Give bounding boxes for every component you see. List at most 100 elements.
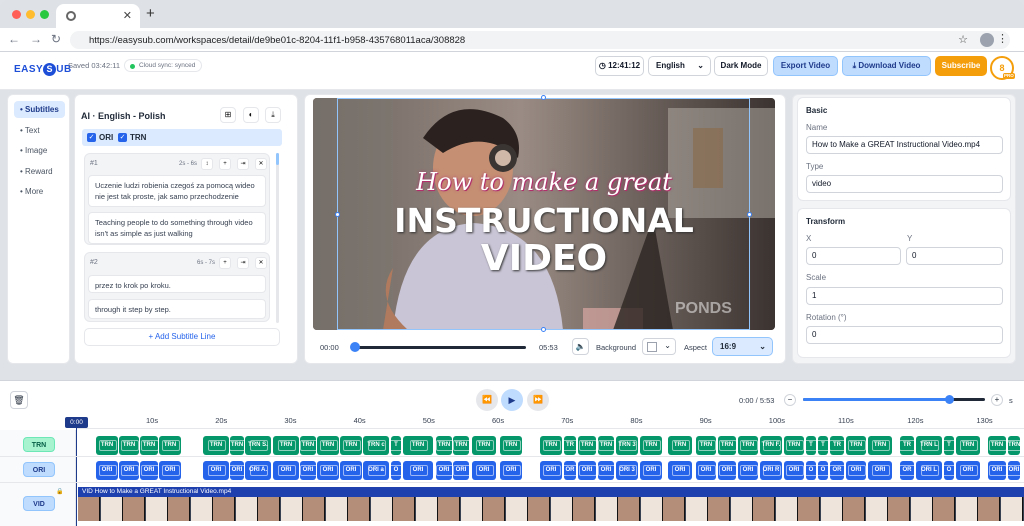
ori-clip[interactable]: ORI	[119, 461, 139, 480]
trn-clip[interactable]: TR	[564, 436, 576, 455]
close-tab-icon[interactable]: ✕	[123, 9, 132, 22]
video-filmstrip[interactable]	[78, 497, 1024, 521]
track-label-vid[interactable]: VID	[23, 496, 55, 511]
zoom-thumb[interactable]	[944, 395, 954, 404]
language-select[interactable]: English ⌄	[648, 56, 711, 76]
maximize-window-dot[interactable]	[40, 10, 49, 19]
sidebar-item-subtitles[interactable]: • Subtitles	[14, 101, 65, 118]
ori-clip[interactable]: ORI	[230, 461, 244, 480]
trn-clip[interactable]: TRN 3	[616, 436, 638, 455]
minimize-window-dot[interactable]	[26, 10, 35, 19]
trash-icon[interactable]: 🗑	[10, 391, 28, 409]
ori-clip[interactable]: ORI R	[760, 461, 782, 480]
ori-clip[interactable]: ORI	[453, 461, 469, 480]
trn-clip[interactable]: T	[818, 436, 828, 455]
trn-clip[interactable]: TRN	[668, 436, 692, 455]
resize-handle[interactable]	[335, 212, 340, 217]
timer-button[interactable]: ◷ 12:41:12	[595, 56, 644, 76]
subtitle-card[interactable]: #1 2s - 6s ↕ + ⇥ ✕ Uczenie ludzi robieni…	[84, 153, 270, 245]
ori-checkbox[interactable]: ✓	[87, 133, 96, 142]
ori-clip[interactable]: ORI	[96, 461, 118, 480]
sidebar-item-text[interactable]: • Text	[14, 122, 65, 139]
trn-clip[interactable]: TRN L	[916, 436, 942, 455]
ori-clip[interactable]: ORI	[846, 461, 866, 480]
trn-clip[interactable]: TRN	[598, 436, 614, 455]
trn-clip[interactable]: TR	[830, 436, 844, 455]
trn-clip[interactable]: TRN	[578, 436, 596, 455]
rewind-icon[interactable]: ⏪	[476, 389, 498, 411]
ori-clip[interactable]: ORI	[988, 461, 1006, 480]
trn-clip[interactable]: TRN	[340, 436, 362, 455]
profile-icon[interactable]	[980, 33, 994, 47]
ori-clip[interactable]: ORI	[472, 461, 496, 480]
ori-clip[interactable]: ORI	[640, 461, 662, 480]
subtitle-scrollbar[interactable]	[276, 153, 279, 323]
trn-clip[interactable]: T	[391, 436, 401, 455]
trn-clip[interactable]: TRN	[159, 436, 181, 455]
trn-clip[interactable]: TRN	[300, 436, 316, 455]
ori-clip[interactable]: ORI	[140, 461, 158, 480]
ori-clip[interactable]: ORI a	[363, 461, 389, 480]
trn-clip[interactable]: TRN	[403, 436, 433, 455]
ori-clip[interactable]: ORI	[300, 461, 316, 480]
resize-handle[interactable]	[541, 327, 546, 332]
merge-icon[interactable]: ⇥	[237, 158, 249, 170]
ori-clip[interactable]: O	[391, 461, 401, 480]
trn-text[interactable]: through it step by step.	[88, 299, 266, 319]
scale-field[interactable]: 1	[806, 287, 1003, 305]
play-icon[interactable]: ▶	[501, 389, 523, 411]
browser-tab[interactable]: ✕	[56, 4, 140, 28]
menu-icon[interactable]: ⋮	[997, 32, 1008, 45]
new-tab-icon[interactable]: +	[146, 5, 155, 22]
selection-frame[interactable]	[337, 98, 750, 330]
ori-clip[interactable]: O	[944, 461, 954, 480]
reorder-icon[interactable]: ↕	[201, 158, 213, 170]
ori-clip[interactable]: ORI	[340, 461, 362, 480]
delete-icon[interactable]: ✕	[255, 257, 267, 269]
add-icon[interactable]: +	[219, 257, 231, 269]
zoom-slider[interactable]	[803, 398, 985, 401]
merge-icon[interactable]: ⇥	[237, 257, 249, 269]
ori-clip[interactable]: ORI	[956, 461, 980, 480]
trn-clip[interactable]: TRN	[846, 436, 866, 455]
playhead-line[interactable]	[76, 428, 77, 526]
sidebar-item-more[interactable]: • More	[14, 183, 65, 200]
zoom-out-icon[interactable]: −	[784, 394, 796, 406]
trn-clip[interactable]: TRN	[784, 436, 804, 455]
ori-clip[interactable]: OR	[830, 461, 844, 480]
trn-clip[interactable]: TRN c	[363, 436, 389, 455]
subtitle-card[interactable]: #2 6s - 7s + ⇥ ✕ przez to krok po kroku.…	[84, 252, 270, 322]
ori-clip[interactable]: OR	[900, 461, 914, 480]
ori-clip[interactable]: ORI	[540, 461, 562, 480]
resize-handle[interactable]	[541, 95, 546, 100]
sidebar-item-image[interactable]: • Image	[14, 142, 65, 159]
reload-icon[interactable]: ↻	[51, 32, 61, 46]
ori-clip[interactable]: ORI 3	[616, 461, 638, 480]
ori-clip[interactable]: ORI	[159, 461, 181, 480]
ori-clip[interactable]: ORI	[668, 461, 692, 480]
sidebar-item-reward[interactable]: • Reward	[14, 163, 65, 180]
trn-clip[interactable]: TRN	[640, 436, 662, 455]
add-icon[interactable]: +	[219, 158, 231, 170]
grid-icon[interactable]: ⊞	[220, 107, 236, 123]
url-field[interactable]: https://easysub.com/workspaces/detail/de…	[70, 31, 1010, 49]
delete-icon[interactable]: ✕	[255, 158, 267, 170]
trn-clip[interactable]: TRN	[956, 436, 980, 455]
ori-clip[interactable]: ORI	[317, 461, 339, 480]
trn-clip[interactable]: TRN	[988, 436, 1006, 455]
ori-clip[interactable]: ORI	[500, 461, 522, 480]
trn-clip[interactable]: TRN	[436, 436, 452, 455]
logo[interactable]: EASY S UB	[14, 63, 72, 76]
ori-clip[interactable]: ORI	[718, 461, 736, 480]
export-video-button[interactable]: Export Video	[773, 56, 838, 76]
rotation-field[interactable]: 0	[806, 326, 1003, 344]
ori-text[interactable]: Uczenie ludzi robienia czegoś za pomocą …	[88, 175, 266, 207]
resize-handle[interactable]	[747, 212, 752, 217]
ori-clip[interactable]: ORI	[273, 461, 299, 480]
avatar[interactable]: 8 PRO	[990, 56, 1015, 80]
palette-icon[interactable]: ◐	[243, 107, 259, 123]
trn-clip[interactable]: TRN	[1008, 436, 1020, 455]
dark-mode-button[interactable]: Dark Mode	[714, 56, 768, 76]
trn-clip[interactable]: TRN	[230, 436, 244, 455]
star-icon[interactable]: ☆	[958, 33, 968, 46]
